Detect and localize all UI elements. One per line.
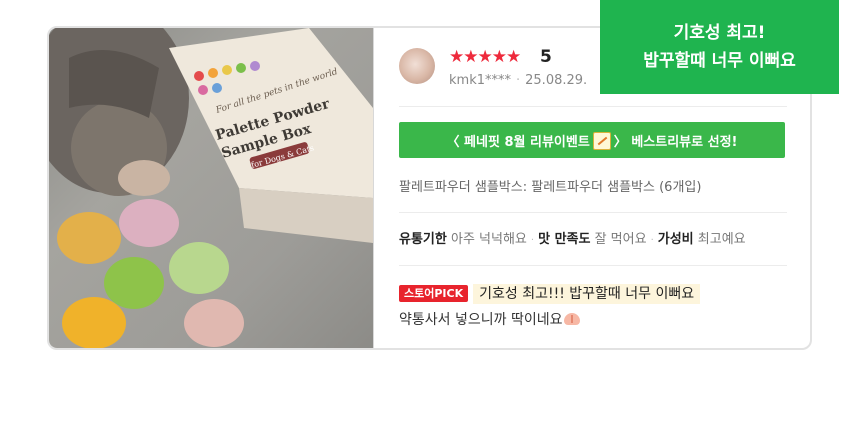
product-option: 팔레트파우더 샘플박스: 팔레트파우더 샘플박스 (6개입)	[399, 180, 702, 195]
attr-value: 잘 먹어요	[594, 232, 647, 247]
callout-box: 기호성 최고! 밥꾸할때 너무 이뻐요	[600, 0, 839, 94]
cup-orange	[62, 297, 126, 348]
divider	[399, 265, 787, 266]
attr-key: 유통기한	[399, 232, 447, 247]
memo-icon	[592, 132, 611, 150]
review-text-line-2: 약통사서 넣으니까 딱이네요	[399, 309, 581, 331]
review-body: 약통사서 넣으니까 딱이네요	[399, 312, 563, 328]
attr-key: 맛 만족도	[538, 232, 591, 247]
meta-separator: ·	[516, 73, 521, 88]
review-attributes: 유통기한 아주 넉넉해요 · 맛 만족도 잘 먹어요 · 가성비 최고예요	[399, 230, 746, 251]
avatar[interactable]	[399, 48, 435, 84]
review-meta: kmk1**** · 25.08.29.	[449, 72, 587, 90]
cup-peach	[184, 299, 244, 347]
attr-value: 아주 넉넉해요	[450, 232, 527, 247]
reviewer-id: kmk1****	[449, 73, 511, 88]
best-review-event-banner[interactable]: 〈 페네핏 8월 리뷰이벤트 〉 베스트리뷰로 선정!	[399, 122, 785, 158]
event-banner-text: 〈 페네핏 8월 리뷰이벤트	[446, 134, 590, 150]
review-photo-illustration: For all the pets in the world Palette Po…	[49, 28, 373, 348]
hands-emoji-icon	[564, 313, 581, 325]
divider	[399, 212, 787, 213]
star-rating: ★★★★★	[449, 47, 521, 67]
review-photo[interactable]: For all the pets in the world Palette Po…	[49, 28, 374, 348]
attr-key: 가성비	[657, 232, 694, 247]
divider	[399, 106, 787, 107]
rating-score: 5	[540, 47, 552, 67]
cup-light-green	[169, 242, 229, 294]
attr-separator: ·	[530, 235, 535, 246]
event-banner-text-2: 〉 베스트리뷰로 선정!	[613, 134, 738, 150]
cup-green	[104, 257, 164, 309]
cup-pink	[119, 199, 179, 247]
store-pick-badge: 스토어PICK	[399, 285, 469, 302]
callout-line-2: 밥꾸할때 너무 이뻐요	[643, 51, 796, 71]
review-highlight: 기호성 최고!!! 밥꾸할때 너무 이뻐요	[473, 284, 701, 304]
attr-separator: ·	[650, 235, 654, 246]
attr-value: 최고예요	[697, 232, 746, 247]
review-text-line-1: 스토어PICK 기호성 최고!!! 밥꾸할때 너무 이뻐요	[399, 283, 701, 305]
review-date: 25.08.29.	[525, 73, 588, 88]
cup-yellow	[57, 212, 121, 264]
callout-line-1: 기호성 최고!	[673, 23, 766, 43]
